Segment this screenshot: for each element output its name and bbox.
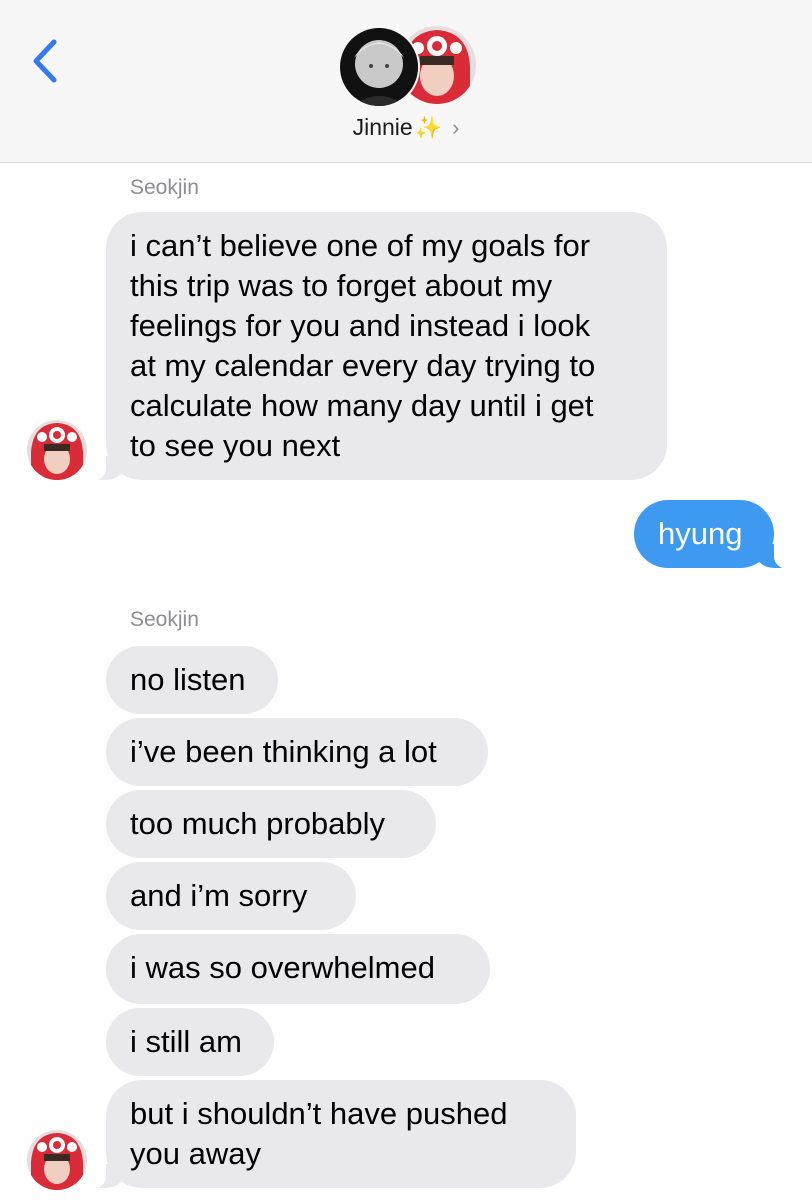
sender-name: Seokjin — [130, 176, 199, 199]
message-line: feelings for you and instead i look — [130, 308, 591, 343]
message-bubble[interactable]: i still am — [106, 1008, 274, 1076]
message-text: too much probably — [130, 806, 386, 841]
message-bubble[interactable]: no listen — [106, 646, 278, 714]
message-text: hyung — [658, 516, 743, 551]
sparkle-icon: ✨ — [414, 115, 443, 140]
message-bubble[interactable]: i can’t believe one of my goals for this… — [84, 212, 667, 481]
message-line: but i shouldn’t have pushed — [130, 1096, 508, 1131]
message-line: at my calendar every day trying to — [130, 348, 596, 383]
message-text: i was so overwhelmed — [130, 950, 435, 985]
message-text: and i’m sorry — [130, 878, 308, 913]
sender-name: Seokjin — [130, 608, 199, 631]
message-bubble[interactable]: i’ve been thinking a lot — [106, 718, 488, 786]
contact-name: Jinnie — [352, 114, 413, 140]
avatar — [27, 420, 87, 480]
message-bubble[interactable]: too much probably — [106, 790, 436, 858]
message-line: this trip was to forget about my — [130, 268, 553, 303]
contact-avatars[interactable] — [338, 26, 478, 108]
contact-name-button[interactable]: Jinnie✨ › — [0, 114, 812, 141]
message-line: to see you next — [130, 428, 341, 463]
message-bubble[interactable]: and i’m sorry — [106, 862, 356, 930]
message-line: you away — [130, 1136, 261, 1171]
chevron-right-icon: › — [452, 115, 460, 140]
back-button[interactable] — [22, 30, 72, 90]
message-line: calculate how many day until i get — [130, 388, 594, 423]
message-text: i’ve been thinking a lot — [130, 734, 437, 769]
chevron-left-icon — [33, 39, 57, 83]
message-line: i can’t believe one of my goals for — [130, 228, 591, 263]
message-bubble[interactable]: but i shouldn’t have pushed you away — [84, 1080, 576, 1189]
message-text: i still am — [130, 1024, 242, 1059]
sent-message-bubble[interactable]: hyung — [634, 500, 796, 569]
message-bubble[interactable]: i was so overwhelmed — [106, 934, 490, 1004]
message-text: no listen — [130, 662, 246, 697]
avatar — [27, 1130, 87, 1190]
conversation-header: Jinnie✨ › — [0, 0, 812, 163]
avatar — [338, 26, 420, 108]
